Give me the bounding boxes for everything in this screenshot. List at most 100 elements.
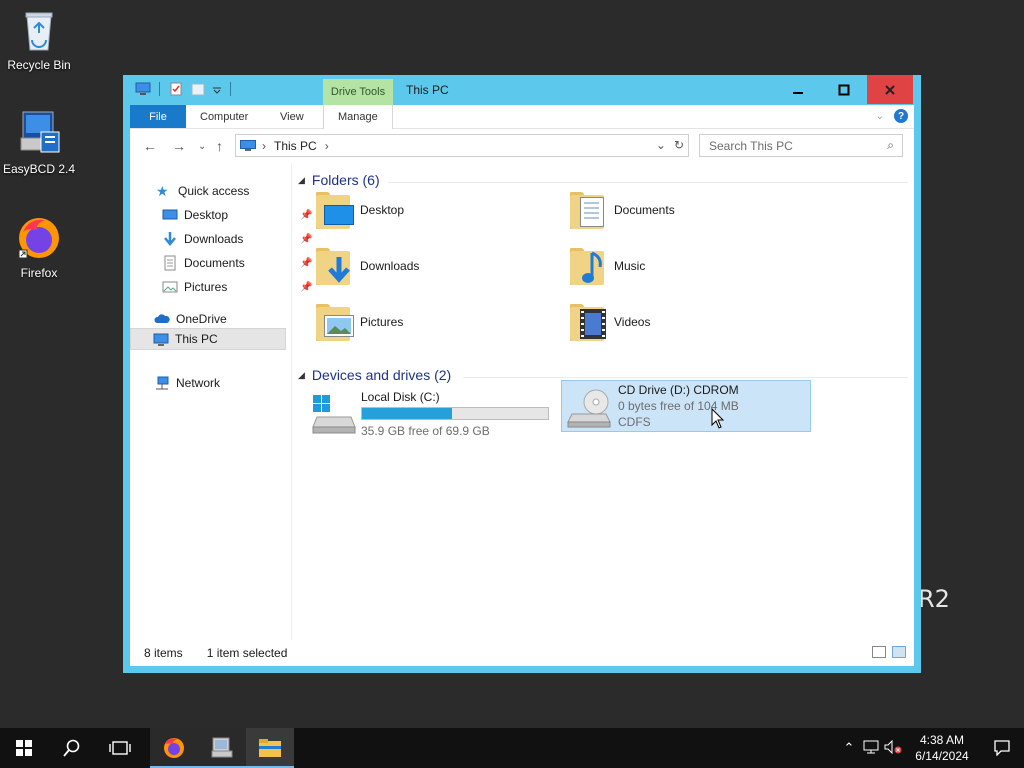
navigation-bar: ← → ⌄ ↑ › This PC › ⌄ ↻ Search This PC ⌕	[130, 129, 914, 163]
desktop-icon-firefox[interactable]: Firefox	[1, 214, 77, 280]
folder-name: Music	[614, 259, 646, 273]
qat-separator	[159, 82, 160, 96]
group-divider	[463, 377, 908, 378]
drive-free-space: 35.9 GB free of 69.9 GB	[361, 424, 490, 438]
sidebar-item-label: This PC	[175, 332, 218, 346]
collapse-triangle-icon: ◢	[298, 369, 305, 380]
tab-view[interactable]: View	[266, 105, 318, 128]
star-icon: ★	[156, 183, 169, 199]
forward-arrow-icon[interactable]: →	[172, 138, 186, 154]
address-bar[interactable]: › This PC › ⌄ ↻	[235, 134, 689, 157]
taskbar-firefox[interactable]	[150, 728, 198, 768]
devices-group-header[interactable]: ◢ Devices and drives (2)	[298, 367, 451, 383]
tab-computer[interactable]: Computer	[186, 105, 262, 128]
folder-name: Pictures	[360, 315, 404, 329]
ribbon-right-controls: ⌄ ?	[876, 109, 908, 123]
task-view-button[interactable]	[96, 728, 144, 768]
folder-pictures[interactable]: Pictures	[314, 297, 403, 347]
search-button[interactable]	[48, 728, 96, 768]
sidebar-item-pictures[interactable]: Pictures 📌	[162, 276, 312, 298]
network-icon[interactable]	[860, 740, 882, 757]
tab-file[interactable]: File	[130, 105, 186, 128]
breadcrumb-separator-icon[interactable]: ›	[262, 139, 266, 153]
this-pc-icon	[240, 139, 256, 152]
sidebar-item-documents[interactable]: Documents 📌	[162, 252, 312, 274]
desktop-icon-label: Recycle Bin	[7, 58, 71, 72]
maximize-icon	[838, 84, 850, 95]
this-pc-small-icon	[135, 81, 151, 97]
folder-icon	[259, 739, 281, 757]
tab-manage[interactable]: Manage	[323, 105, 393, 129]
search-icon[interactable]: ⌕	[887, 138, 894, 153]
this-pc-icon	[153, 331, 169, 347]
title-bar[interactable]: Drive Tools This PC	[123, 75, 921, 105]
navigation-pane: ★ Quick access Desktop 📌 Downloads 📌 Doc…	[130, 163, 312, 640]
taskbar-easybcd[interactable]	[198, 728, 246, 768]
breadcrumb-separator-icon[interactable]: ›	[325, 139, 329, 153]
minimize-icon	[793, 91, 803, 94]
desktop-icon-easybcd[interactable]: EasyBCD 2.4	[1, 110, 77, 176]
close-button[interactable]	[867, 75, 913, 104]
search-input[interactable]: Search This PC ⌕	[699, 134, 903, 157]
folder-music[interactable]: Music	[568, 241, 645, 291]
start-button[interactable]	[0, 728, 48, 768]
breadcrumb-this-pc[interactable]: This PC	[274, 139, 317, 153]
sidebar-item-network[interactable]: Network	[154, 372, 220, 394]
new-folder-icon[interactable]	[190, 81, 206, 97]
desktop-icon-label: Firefox	[20, 266, 58, 280]
clock[interactable]: 4:38 AM 6/14/2024	[904, 732, 980, 764]
drive-name: Local Disk (C:)	[361, 390, 440, 404]
action-center-button[interactable]	[980, 740, 1024, 756]
system-tray: ⌃ 4:38 AM 6/14/2024	[838, 728, 1024, 768]
recent-locations-chevron-icon[interactable]: ⌄	[198, 141, 206, 152]
folder-videos[interactable]: Videos	[568, 297, 650, 347]
refresh-icon[interactable]: ↻	[674, 138, 684, 152]
sidebar-item-onedrive[interactable]: OneDrive	[154, 308, 227, 330]
sidebar-item-label: Network	[176, 376, 221, 390]
maximize-button[interactable]	[821, 75, 867, 104]
document-icon	[162, 255, 178, 271]
recycle-bin-icon	[15, 6, 63, 54]
drive-cd-d[interactable]: CD Drive (D:) CDROM 0 bytes free of 104 …	[561, 380, 811, 432]
music-folder-icon	[568, 245, 608, 287]
os-watermark: R2	[918, 585, 950, 613]
search-placeholder: Search This PC	[709, 138, 793, 153]
help-icon[interactable]: ?	[894, 109, 908, 123]
drive-tools-context-tab[interactable]: Drive Tools	[323, 79, 393, 105]
large-icons-view-icon[interactable]	[892, 646, 906, 658]
volume-muted-icon[interactable]	[882, 739, 904, 757]
drive-name: CD Drive (D:) CDROM	[618, 383, 739, 397]
status-bar: 8 items 1 item selected	[130, 640, 914, 666]
cd-drive-icon	[567, 389, 611, 428]
drive-local-disk-c[interactable]: Local Disk (C:) 35.9 GB free of 69.9 GB	[307, 389, 557, 441]
group-divider	[388, 182, 908, 183]
minimize-button[interactable]	[775, 75, 821, 104]
customize-qat-icon[interactable]	[212, 81, 222, 97]
folder-downloads[interactable]: Downloads	[314, 241, 419, 291]
details-view-icon[interactable]	[872, 646, 886, 658]
firefox-icon	[164, 738, 184, 758]
sidebar-item-desktop[interactable]: Desktop 📌	[162, 204, 312, 226]
taskbar: ⌃ 4:38 AM 6/14/2024	[0, 728, 1024, 768]
qat-separator	[230, 82, 231, 96]
network-icon	[154, 375, 170, 391]
show-hidden-icons-chevron-icon[interactable]: ⌃	[838, 740, 860, 756]
taskbar-file-explorer[interactable]	[246, 728, 294, 768]
desktop-icon-label: EasyBCD 2.4	[2, 162, 76, 176]
properties-icon[interactable]	[168, 81, 184, 97]
address-dropdown-chevron-icon[interactable]: ⌄	[656, 138, 666, 152]
up-arrow-icon[interactable]: ↑	[216, 138, 223, 154]
folder-name: Documents	[614, 203, 675, 217]
sidebar-item-downloads[interactable]: Downloads 📌	[162, 228, 312, 250]
file-explorer-window[interactable]: Drive Tools This PC File Computer View M…	[123, 75, 921, 673]
sidebar-item-this-pc[interactable]: This PC	[130, 328, 286, 350]
expand-ribbon-icon[interactable]: ⌄	[876, 111, 884, 122]
explorer-body: ★ Quick access Desktop 📌 Downloads 📌 Doc…	[130, 163, 914, 640]
sidebar-item-quick-access[interactable]: ★ Quick access	[156, 180, 249, 202]
back-arrow-icon[interactable]: ←	[143, 138, 157, 154]
folder-desktop[interactable]: Desktop	[314, 185, 404, 235]
picture-icon	[162, 279, 178, 295]
folder-name: Desktop	[360, 203, 405, 217]
folder-documents[interactable]: Documents	[568, 185, 675, 235]
desktop-icon-recycle-bin[interactable]: Recycle Bin	[1, 6, 77, 72]
